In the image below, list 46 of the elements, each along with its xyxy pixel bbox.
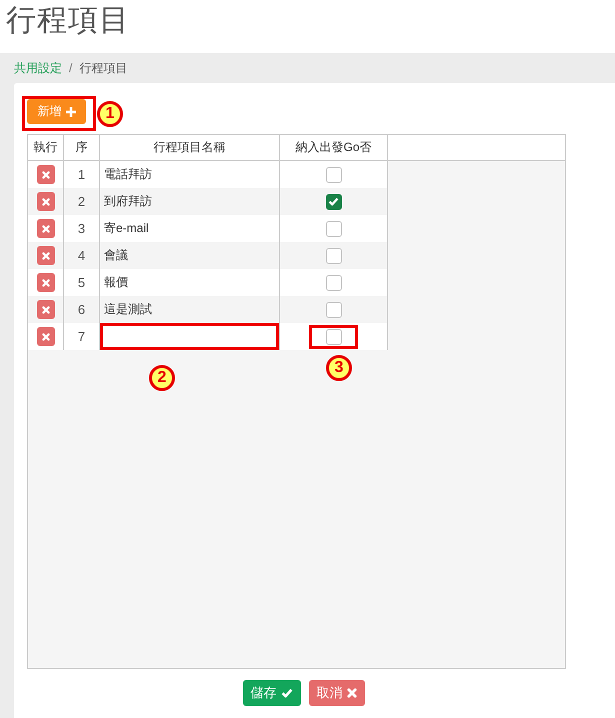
checkbox[interactable] xyxy=(326,302,342,318)
table-cell: 5 xyxy=(64,269,100,296)
cross-icon xyxy=(42,224,50,232)
delete-button[interactable] xyxy=(36,165,54,184)
checkbox[interactable] xyxy=(326,328,342,344)
breadcrumb-current: 行程項目 xyxy=(79,60,128,76)
breadcrumb-separator: / xyxy=(69,61,72,75)
cross-icon xyxy=(42,170,50,178)
check-icon xyxy=(280,688,292,698)
table-cell: 電話拜訪 xyxy=(100,161,280,188)
page-title: 行程項目 xyxy=(6,3,130,39)
column-header: 執行 xyxy=(28,135,64,161)
annotation-badge: 2 xyxy=(149,365,175,391)
delete-button[interactable] xyxy=(36,219,54,238)
table-cell: 1 xyxy=(64,161,100,188)
cross-icon xyxy=(42,332,50,340)
delete-button[interactable] xyxy=(36,246,54,265)
delete-button[interactable] xyxy=(36,327,54,346)
cross-icon xyxy=(42,198,50,206)
annotation-badge: 1 xyxy=(97,100,123,126)
table-cell: 7 xyxy=(64,323,100,350)
delete-button[interactable] xyxy=(36,273,54,292)
table-cell: 寄e-mail xyxy=(100,215,280,242)
table-cell: 報價 xyxy=(100,269,280,296)
check-icon xyxy=(328,197,339,206)
plus-icon xyxy=(66,106,76,116)
save-button[interactable]: 儲存 xyxy=(242,680,300,706)
column-header: 序 xyxy=(64,135,100,161)
delete-button[interactable] xyxy=(36,300,54,319)
table-cell: 3 xyxy=(64,215,100,242)
checkbox[interactable] xyxy=(326,166,342,182)
annotation-badge: 3 xyxy=(326,355,352,381)
cross-icon xyxy=(346,688,356,698)
cross-icon xyxy=(42,278,50,286)
cancel-button[interactable]: 取消 xyxy=(308,680,364,706)
column-header: 納入出發Go否 xyxy=(280,135,388,161)
column-header: 行程項目名稱 xyxy=(100,135,280,161)
checkbox[interactable] xyxy=(326,274,342,290)
checkbox[interactable] xyxy=(326,220,342,236)
add-button[interactable]: 新增 xyxy=(27,99,86,124)
breadcrumb-link[interactable]: 共用設定 xyxy=(14,60,62,76)
checkbox[interactable] xyxy=(326,248,342,264)
checkbox[interactable] xyxy=(326,194,342,210)
delete-button[interactable] xyxy=(36,192,54,211)
cross-icon xyxy=(42,306,50,314)
cross-icon xyxy=(42,252,50,260)
